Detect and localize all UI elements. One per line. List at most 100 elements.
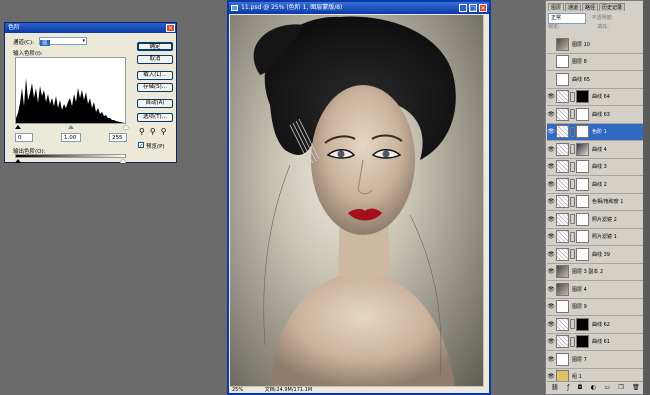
image-canvas[interactable] <box>230 15 484 388</box>
tab-layers[interactable]: 图层 <box>548 3 565 11</box>
layer-row[interactable]: 👁 照片滤镜 1 <box>547 228 644 246</box>
visibility-eye-icon[interactable]: 👁 <box>547 286 555 293</box>
cancel-button[interactable]: 取消 <box>137 55 173 64</box>
layer-mask-thumbnail[interactable] <box>576 90 589 104</box>
mask-link-icon[interactable] <box>570 144 575 155</box>
new-layer-icon[interactable]: ❐ <box>618 384 623 391</box>
mask-link-icon[interactable] <box>570 109 575 120</box>
layer-row[interactable]: 👁 色阶 1 <box>547 123 644 141</box>
link-icon[interactable]: ⛓ <box>551 384 559 391</box>
mask-link-icon[interactable] <box>570 336 575 347</box>
close-button[interactable]: ✕ <box>166 24 175 32</box>
mask-link-icon[interactable] <box>570 91 575 102</box>
visibility-eye-icon[interactable]: 👁 <box>547 216 555 223</box>
layer-row[interactable]: 👁 曲线 62 <box>547 316 644 334</box>
visibility-eye-icon[interactable]: 👁 <box>547 198 555 205</box>
load-button[interactable]: 载入(L)... <box>137 71 173 80</box>
layer-mask-thumbnail[interactable] <box>576 195 589 209</box>
layer-mask-thumbnail[interactable] <box>576 247 589 261</box>
mask-link-icon[interactable] <box>570 161 575 172</box>
visibility-eye-icon[interactable]: 👁 <box>547 268 555 275</box>
tab-history[interactable]: 历史记录 <box>599 3 626 11</box>
input-gamma-field[interactable]: 1.00 <box>61 133 81 142</box>
layer-mask-thumbnail[interactable] <box>576 142 589 156</box>
layer-row[interactable]: 👁 曲线 4 <box>547 141 644 159</box>
black-point-slider[interactable] <box>15 125 21 129</box>
output-black-slider[interactable] <box>15 159 21 163</box>
visibility-eye-icon[interactable]: 👁 <box>547 338 555 345</box>
fx-icon[interactable]: ƒ <box>567 384 569 391</box>
mask-link-icon[interactable] <box>570 179 575 190</box>
auto-button[interactable]: 自动(A) <box>137 99 173 108</box>
tab-channels[interactable]: 通道 <box>565 3 582 11</box>
visibility-eye-icon[interactable]: 👁 <box>547 303 555 310</box>
layer-row[interactable]: 👁 图层 4 <box>547 281 644 299</box>
layer-mask-thumbnail[interactable] <box>576 177 589 191</box>
visibility-eye-icon[interactable]: 👁 <box>547 163 555 170</box>
visibility-eye-icon[interactable]: 👁 <box>547 146 555 153</box>
layer-row[interactable]: 👁 照片滤镜 2 <box>547 211 644 229</box>
folder-icon[interactable]: ▭ <box>604 384 610 391</box>
lock-row: 锁定: 填充: <box>548 23 644 32</box>
layer-mask-thumbnail[interactable] <box>576 212 589 226</box>
visibility-eye-icon[interactable]: 👁 <box>547 93 555 100</box>
adjustment-icon[interactable]: ◐ <box>591 384 596 391</box>
mask-link-icon[interactable] <box>570 196 575 207</box>
layer-row[interactable]: 👁 色相/饱和度 1 <box>547 193 644 211</box>
vertical-scrollbar[interactable] <box>483 15 489 388</box>
preview-checkbox[interactable]: ✓ <box>138 142 144 149</box>
mask-link-icon[interactable] <box>570 214 575 225</box>
layer-mask-thumbnail[interactable] <box>576 317 589 331</box>
mask-link-icon[interactable] <box>570 319 575 330</box>
layer-row[interactable]: 👁 图层 7 <box>547 351 644 369</box>
visibility-eye-icon[interactable]: 👁 <box>547 128 555 135</box>
save-button[interactable]: 存储(S)... <box>137 83 173 92</box>
close-doc-button[interactable]: ✕ <box>479 4 487 12</box>
visibility-eye-icon[interactable]: 👁 <box>547 181 555 188</box>
white-eyedropper-icon[interactable]: ⚲ <box>161 127 172 136</box>
output-white-slider[interactable] <box>120 159 126 163</box>
layer-row[interactable]: 👁 曲线 61 <box>547 333 644 351</box>
layer-list[interactable]: 图层 10 图层 8 曲线 65 👁 曲线 64 👁 曲线 63 👁 色阶 1 👁 曲线 4 👁 曲线 … <box>547 36 644 381</box>
visibility-eye-icon[interactable]: 👁 <box>547 111 555 118</box>
layer-mask-thumbnail[interactable] <box>576 160 589 174</box>
white-point-slider[interactable] <box>123 125 129 129</box>
zoom-readout[interactable]: 25% <box>232 387 243 393</box>
layer-row[interactable]: 👁 组 1 <box>547 368 644 381</box>
layer-row[interactable]: 图层 10 <box>547 36 644 54</box>
channel-select[interactable]: 蓝 ▾ <box>39 37 87 46</box>
black-eyedropper-icon[interactable]: ⚲ <box>139 127 150 136</box>
layer-mask-thumbnail[interactable] <box>576 335 589 349</box>
mask-link-icon[interactable] <box>570 231 575 242</box>
gray-eyedropper-icon[interactable]: ⚲ <box>150 127 161 136</box>
input-black-field[interactable]: 0 <box>15 133 33 142</box>
options-button[interactable]: 选项(T)... <box>137 113 173 122</box>
minimize-button[interactable]: _ <box>459 4 467 12</box>
layer-mask-thumbnail[interactable] <box>576 230 589 244</box>
maximize-button[interactable]: □ <box>469 4 477 12</box>
layer-mask-thumbnail[interactable] <box>576 107 589 121</box>
mask-link-icon[interactable] <box>570 126 575 137</box>
ok-button[interactable]: 确定 <box>137 42 173 51</box>
layer-row[interactable]: 👁 图层 9 <box>547 298 644 316</box>
tab-paths[interactable]: 路径 <box>582 3 599 11</box>
layer-row[interactable]: 👁 曲线 63 <box>547 106 644 124</box>
layer-row[interactable]: 图层 8 <box>547 53 644 71</box>
layer-mask-thumbnail[interactable] <box>576 125 589 139</box>
visibility-eye-icon[interactable]: 👁 <box>547 251 555 258</box>
layer-row[interactable]: 👁 曲线 3 <box>547 158 644 176</box>
layer-row[interactable]: 👁 曲线 2 <box>547 176 644 194</box>
layer-row[interactable]: 👁 曲线 64 <box>547 88 644 106</box>
visibility-eye-icon[interactable]: 👁 <box>547 233 555 240</box>
trash-icon[interactable]: 🗑 <box>632 384 640 391</box>
layer-row[interactable]: 👁 曲线 39 <box>547 246 644 264</box>
visibility-eye-icon[interactable]: 👁 <box>547 373 555 380</box>
layer-row[interactable]: 👁 图层 3 副本 2 <box>547 263 644 281</box>
visibility-eye-icon[interactable]: 👁 <box>547 321 555 328</box>
visibility-eye-icon[interactable]: 👁 <box>547 356 555 363</box>
gamma-slider[interactable] <box>68 125 74 129</box>
layer-row[interactable]: 曲线 65 <box>547 71 644 89</box>
mask-icon[interactable]: ◘ <box>578 384 583 391</box>
mask-link-icon[interactable] <box>570 249 575 260</box>
input-white-field[interactable]: 255 <box>109 133 127 142</box>
